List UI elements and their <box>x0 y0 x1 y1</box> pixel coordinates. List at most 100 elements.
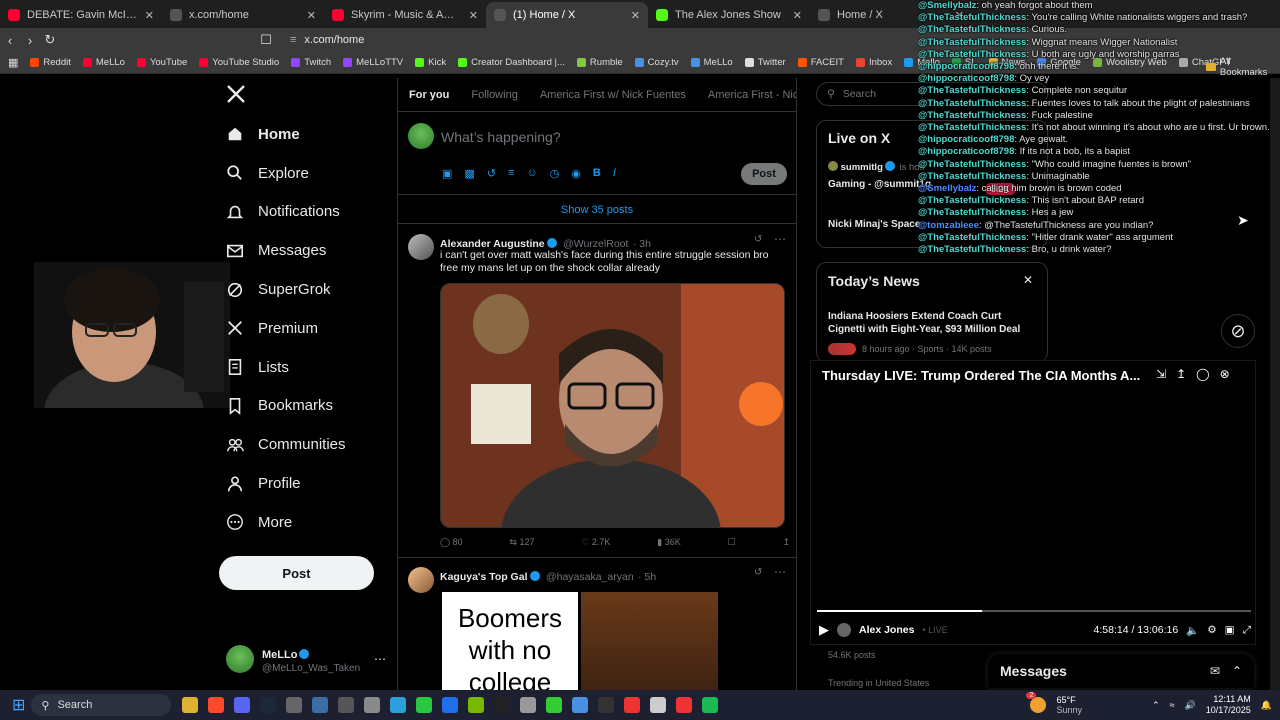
bookmark-item[interactable]: Twitch <box>291 57 331 68</box>
image-icon[interactable]: ▣ <box>442 167 452 180</box>
chat-username[interactable]: @TheTastefulThickness <box>918 98 1026 109</box>
clock[interactable]: 12:11 AM 10/17/2025 <box>1206 694 1251 716</box>
browser-tab[interactable]: DEBATE: Gavin McInnes VS Nick Fue ✕ <box>0 2 162 28</box>
play-icon[interactable]: ▶ <box>819 622 829 638</box>
chat-username[interactable]: @hippocraticoof8798 <box>918 134 1014 145</box>
chat-username[interactable]: @TheTastefulThickness <box>918 12 1026 23</box>
like-button[interactable]: ♡ 2.7K <box>581 537 610 548</box>
bookmark-item[interactable]: Kick <box>415 57 446 68</box>
chat-username[interactable]: @hippocraticoof8798 <box>918 73 1014 84</box>
grok-icon[interactable]: ↺ <box>487 167 496 180</box>
chat-username[interactable]: @TheTastefulThickness <box>918 37 1026 48</box>
chat-username[interactable]: @TheTastefulThickness <box>918 244 1026 255</box>
bookmark-item[interactable]: MeLLo <box>82 57 125 68</box>
views-button[interactable]: ▮ 36K <box>657 537 680 548</box>
back-icon[interactable]: ‹ <box>0 33 20 48</box>
live-item[interactable]: summitlg is hos <box>828 161 924 173</box>
chat-bubble-icon[interactable]: ◯ <box>1196 367 1209 381</box>
windows-start-icon[interactable]: ⊞ <box>12 695 25 715</box>
bookmark-item[interactable]: FACEIT <box>797 57 844 68</box>
nav-item-more[interactable]: More <box>218 503 388 542</box>
url-field[interactable]: ≡ x.com/home <box>290 34 364 46</box>
nav-item-home[interactable]: Home <box>218 115 388 154</box>
gif-icon[interactable]: ▩ <box>464 167 474 180</box>
nav-item-messages[interactable]: Messages <box>218 231 388 270</box>
taskbar-app-icon[interactable] <box>624 697 641 713</box>
compose-input[interactable]: What’s happening? <box>441 129 561 145</box>
tweet-time[interactable]: · 5h <box>638 571 656 583</box>
live-item-title[interactable]: Nicki Minaj's Space <box>828 219 920 230</box>
bookmark-item[interactable]: Cozy.tv <box>634 57 679 68</box>
chat-username[interactable]: @hippocraticoof8798 <box>918 61 1014 72</box>
minimize-icon[interactable]: ⇲ <box>1156 367 1166 381</box>
feed-tab[interactable]: America First - Nick Fu <box>697 78 796 112</box>
grok-fab-icon[interactable]: ⊘ <box>1221 314 1255 348</box>
nav-item-bookmarks[interactable]: Bookmarks <box>218 387 388 426</box>
nav-item-profile[interactable]: Profile <box>218 464 388 503</box>
weather[interactable]: 65°F Sunny <box>1056 695 1082 715</box>
taskbar-app-icon[interactable] <box>286 697 303 713</box>
grok-icon[interactable]: ↺ <box>754 567 762 578</box>
feed-tab[interactable]: America First w/ Nick Fuentes <box>529 78 697 112</box>
chat-username[interactable]: @TheTastefulThickness <box>918 207 1026 218</box>
italic-icon[interactable]: I <box>613 167 616 180</box>
taskbar-app-icon[interactable] <box>598 697 615 713</box>
chevron-up-icon[interactable]: ⌃ <box>1232 664 1242 678</box>
taskbar-app-icon[interactable] <box>208 697 225 713</box>
tweet[interactable]: Kaguya's Top Gal @hayasaka_aryan · 5h ↺ … <box>398 559 796 690</box>
show-posts-button[interactable]: Show 35 posts <box>398 196 796 224</box>
volume-icon[interactable]: 🔊 <box>1185 700 1196 711</box>
share-icon[interactable]: ↥ <box>782 537 790 548</box>
feed-tab[interactable]: For you <box>398 78 460 112</box>
chat-username[interactable]: @TheTastefulThickness <box>918 85 1026 96</box>
bold-icon[interactable]: B <box>593 167 601 180</box>
location-icon[interactable]: ◉ <box>571 167 581 180</box>
bookmark-item[interactable]: Inbox <box>855 57 892 68</box>
bookmark-item[interactable]: Creator Dashboard |... <box>458 57 565 68</box>
fullscreen-icon[interactable]: ⤢ <box>1243 624 1251 637</box>
chat-username[interactable]: @TheTastefulThickness <box>918 110 1026 121</box>
browser-tab[interactable]: x.com/home ✕ <box>162 2 324 28</box>
forward-icon[interactable]: › <box>20 33 40 48</box>
more-dots-icon[interactable]: ⋯ <box>774 232 786 246</box>
tweet-avatar[interactable] <box>408 567 434 593</box>
bookmark-item[interactable]: YouTube Studio <box>199 57 279 68</box>
chat-username[interactable]: @TheTastefulThickness <box>918 195 1026 206</box>
taskbar-search[interactable]: ⚲ Search <box>31 694 172 716</box>
reload-icon[interactable]: ↻ <box>40 32 60 48</box>
chevron-up-icon[interactable]: ⌃ <box>1152 700 1160 711</box>
x-logo[interactable] <box>226 84 246 109</box>
apps-grid-icon[interactable]: ▦ <box>8 56 18 69</box>
chat-username[interactable]: @TheTastefulThickness <box>918 49 1026 60</box>
taskbar-app-icon[interactable] <box>260 697 277 713</box>
bookmark-item[interactable]: MeLLoTTV <box>343 57 403 68</box>
bookmark-item[interactable]: Rumble <box>576 57 623 68</box>
taskbar-app-icon[interactable] <box>416 697 433 713</box>
taskbar-app-icon[interactable] <box>650 697 667 713</box>
poll-icon[interactable]: ≡ <box>508 167 514 180</box>
bookmark-item[interactable]: Reddit <box>30 57 71 68</box>
nav-item-communities[interactable]: Communities <box>218 425 388 464</box>
chat-username[interactable]: @Smellybalz <box>918 0 976 11</box>
video-progress-bar[interactable] <box>817 610 1251 612</box>
nav-item-supergrok[interactable]: SuperGrok <box>218 270 388 309</box>
nav-item-notifications[interactable]: Notifications <box>218 193 388 232</box>
taskbar-app-icon[interactable] <box>676 697 693 713</box>
browser-tab[interactable]: Skyrim - Music & Ambience - Rainy ✕ <box>324 2 486 28</box>
taskbar-app-icon[interactable] <box>702 697 719 713</box>
bookmark-page-icon[interactable]: ☐ <box>256 32 276 48</box>
tweet-avatar[interactable] <box>408 234 434 260</box>
messages-drawer[interactable]: Messages ✉ ⌃ <box>988 654 1254 688</box>
tweet[interactable]: Alexander Augustine @WurzelRoot · 3h ↺ ⋯… <box>398 225 796 558</box>
account-switcher[interactable]: MeLLo @MeLLo_Was_Taken ⋯ <box>226 642 386 676</box>
chat-username[interactable]: @TheTastefulThickness <box>918 232 1026 243</box>
taskbar-app-icon[interactable] <box>494 697 511 713</box>
tab-close-icon[interactable]: ✕ <box>145 9 154 22</box>
nav-item-premium[interactable]: Premium <box>218 309 388 348</box>
taskbar-app-icon[interactable] <box>364 697 381 713</box>
grok-icon[interactable]: ↺ <box>754 234 762 245</box>
settings-icon[interactable]: ⚙ <box>1207 624 1216 636</box>
new-message-icon[interactable]: ✉ <box>1210 664 1220 678</box>
nav-item-lists[interactable]: Lists <box>218 348 388 387</box>
browser-tab[interactable]: (1) Home / X ✕ <box>486 2 648 28</box>
